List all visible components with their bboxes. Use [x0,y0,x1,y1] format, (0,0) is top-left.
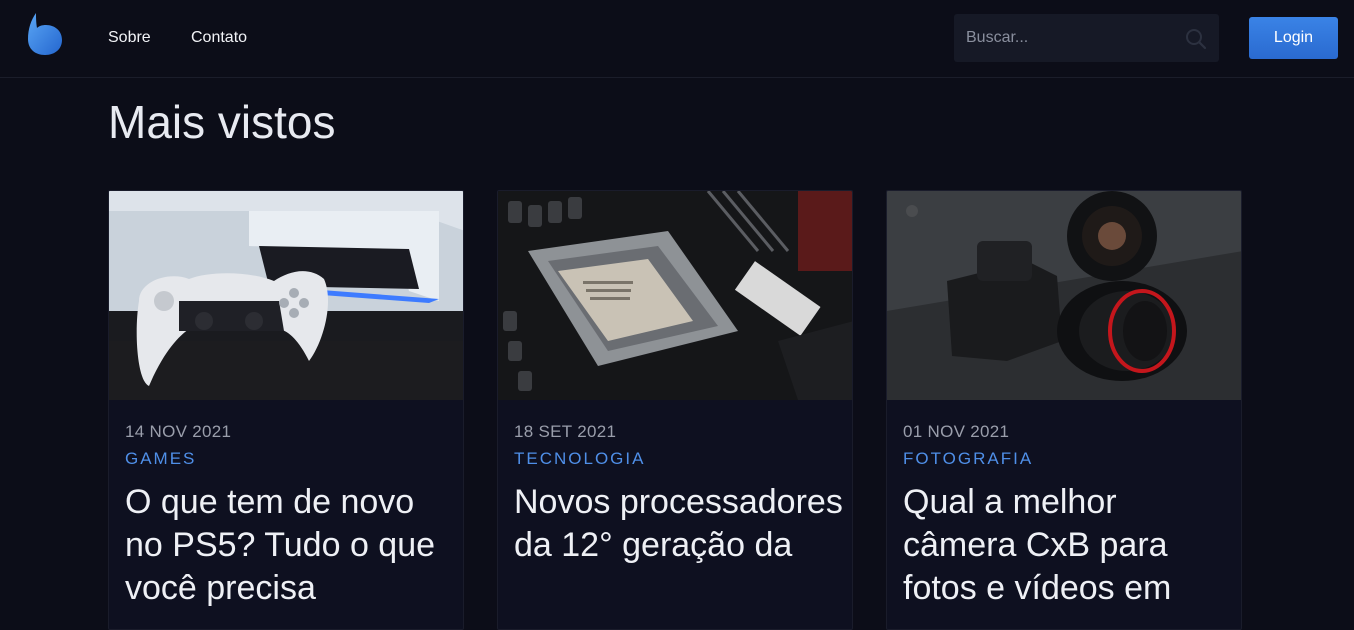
ps5-controller-image[interactable] [109,191,464,400]
card-date: 18 SET 2021 [514,422,617,441]
camera-image[interactable] [887,191,1242,400]
search-input[interactable] [954,14,1179,62]
search-box [954,14,1219,62]
card-date: 01 NOV 2021 [903,422,1010,441]
top-navbar: Sobre Contato Login [0,0,1354,78]
nav-link-sobre[interactable]: Sobre [108,28,151,48]
card-category[interactable]: GAMES [125,449,196,469]
card-title[interactable]: Novos processadores da 12° geração da [514,481,844,567]
card-category[interactable]: TECNOLOGIA [514,449,645,469]
login-button[interactable]: Login [1249,17,1338,59]
brand-logo-icon[interactable] [27,12,63,56]
article-card[interactable]: 14 NOV 2021 GAMES O que tem de novo no P… [108,190,464,630]
search-icon[interactable] [1184,27,1208,51]
card-category[interactable]: FOTOGRAFIA [903,449,1033,469]
card-title[interactable]: Qual a melhor câmera CxB para fotos e ví… [903,481,1233,610]
article-card[interactable]: 01 NOV 2021 FOTOGRAFIA Qual a melhor câm… [886,190,1242,630]
cpu-motherboard-image[interactable] [498,191,853,400]
nav-link-contato[interactable]: Contato [191,28,247,48]
card-title[interactable]: O que tem de novo no PS5? Tudo o que voc… [125,481,455,610]
card-date: 14 NOV 2021 [125,422,232,441]
section-title: Mais vistos [108,96,336,148]
article-card[interactable]: 18 SET 2021 TECNOLOGIA Novos processador… [497,190,853,630]
